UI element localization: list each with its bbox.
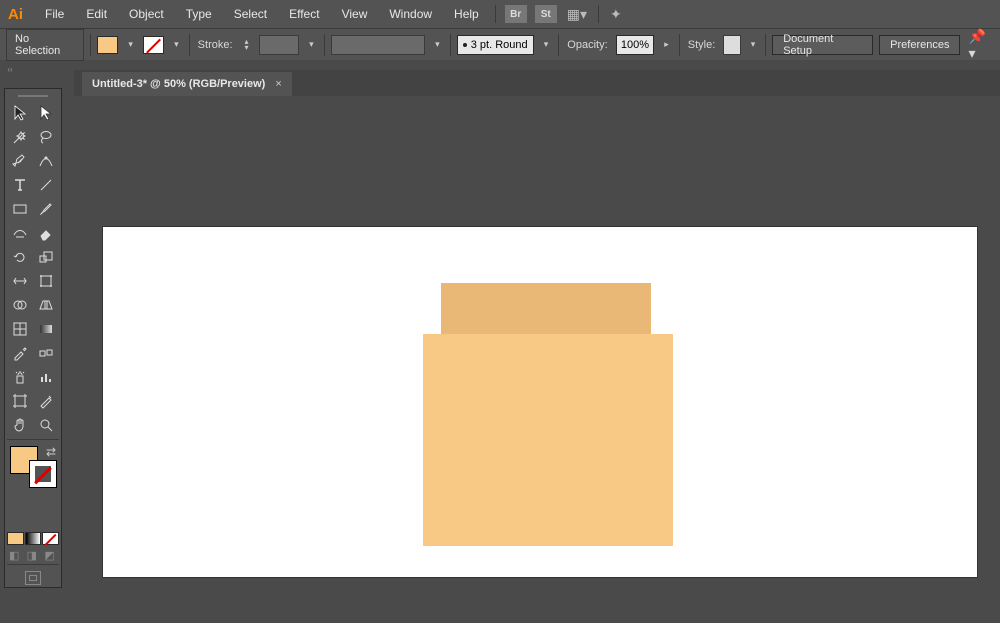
color-mode-row bbox=[7, 532, 59, 545]
opacity-label: Opacity: bbox=[565, 39, 609, 51]
divider bbox=[495, 5, 496, 23]
line-segment-tool[interactable] bbox=[33, 173, 59, 197]
eyedropper-tool[interactable] bbox=[7, 341, 33, 365]
document-tab-bar: Untitled-3* @ 50% (RGB/Preview) × bbox=[74, 70, 1000, 96]
blend-tool[interactable] bbox=[33, 341, 59, 365]
artboard-tool[interactable] bbox=[7, 389, 33, 413]
divider bbox=[598, 5, 599, 23]
divider bbox=[450, 34, 451, 56]
draw-normal-icon[interactable]: ◧ bbox=[9, 549, 24, 562]
brush-label: 3 pt. Round bbox=[471, 39, 528, 51]
perspective-grid-tool[interactable] bbox=[33, 293, 59, 317]
fill-swatch[interactable] bbox=[97, 36, 118, 54]
shape-builder-tool[interactable] bbox=[7, 293, 33, 317]
menu-bar: Ai File Edit Object Type Select Effect V… bbox=[0, 0, 1000, 28]
stroke-color-box[interactable] bbox=[29, 460, 57, 488]
stroke-label: Stroke: bbox=[196, 39, 235, 51]
rotate-tool[interactable] bbox=[7, 245, 33, 269]
color-mode-solid[interactable] bbox=[7, 532, 24, 545]
app-logo: Ai bbox=[8, 6, 23, 23]
document-title: Untitled-3* @ 50% (RGB/Preview) bbox=[92, 78, 265, 90]
selection-status: No Selection bbox=[6, 29, 84, 61]
divider bbox=[558, 34, 559, 56]
fill-stroke-indicator[interactable]: ⇄ bbox=[7, 444, 59, 488]
magic-wand-tool[interactable] bbox=[7, 125, 33, 149]
menu-select[interactable]: Select bbox=[224, 3, 277, 25]
opacity-field[interactable]: 100% bbox=[616, 35, 655, 55]
shaper-tool[interactable] bbox=[7, 221, 33, 245]
menu-effect[interactable]: Effect bbox=[279, 3, 329, 25]
symbol-sprayer-tool[interactable] bbox=[7, 365, 33, 389]
opacity-dropdown[interactable]: ▸ bbox=[660, 39, 673, 50]
stroke-weight-dropdown[interactable]: ▾ bbox=[305, 39, 318, 50]
draw-mode-row: ◧ ◨ ◩ bbox=[7, 549, 59, 562]
color-mode-none[interactable] bbox=[42, 532, 59, 545]
variable-width-profile[interactable] bbox=[331, 35, 426, 55]
divider bbox=[90, 34, 91, 56]
divider bbox=[324, 34, 325, 56]
close-tab-icon[interactable]: × bbox=[275, 78, 281, 90]
curvature-tool[interactable] bbox=[33, 149, 59, 173]
stroke-dropdown[interactable]: ▾ bbox=[170, 39, 183, 50]
color-mode-gradient[interactable] bbox=[25, 532, 42, 545]
direct-selection-tool[interactable] bbox=[33, 101, 59, 125]
style-swatch[interactable] bbox=[723, 35, 740, 55]
lasso-tool[interactable] bbox=[33, 125, 59, 149]
menu-help[interactable]: Help bbox=[444, 3, 489, 25]
gpu-icon[interactable]: ✦ bbox=[610, 6, 622, 23]
draw-behind-icon[interactable]: ◨ bbox=[27, 549, 42, 562]
menu-view[interactable]: View bbox=[332, 3, 378, 25]
brush-dropdown[interactable]: ▾ bbox=[540, 39, 553, 50]
menu-object[interactable]: Object bbox=[119, 3, 174, 25]
preferences-button[interactable]: Preferences bbox=[879, 35, 960, 55]
selection-tool[interactable] bbox=[7, 101, 33, 125]
divider bbox=[679, 34, 680, 56]
free-transform-tool[interactable] bbox=[33, 269, 59, 293]
slice-tool[interactable] bbox=[33, 389, 59, 413]
pen-tool[interactable] bbox=[7, 149, 33, 173]
arrange-docs-icon[interactable]: ▦▾ bbox=[567, 6, 587, 23]
rectangle-shape-front[interactable] bbox=[423, 334, 673, 546]
divider bbox=[765, 34, 766, 56]
rectangle-shape-back[interactable] bbox=[441, 283, 651, 334]
screen-mode-button[interactable] bbox=[7, 571, 59, 585]
panel-collapse-handle[interactable]: ‹‹ bbox=[0, 62, 20, 76]
eraser-tool[interactable] bbox=[33, 221, 59, 245]
column-graph-tool[interactable] bbox=[33, 365, 59, 389]
draw-inside-icon[interactable]: ◩ bbox=[44, 549, 59, 562]
document-setup-button[interactable]: Document Setup bbox=[772, 35, 873, 55]
control-bar: No Selection ▾ ▾ Stroke: ▴▾ ▾ ▾ 3 pt. Ro… bbox=[0, 28, 1000, 60]
canvas-area[interactable] bbox=[74, 96, 1000, 623]
paintbrush-tool[interactable] bbox=[33, 197, 59, 221]
stroke-swatch[interactable] bbox=[143, 36, 164, 54]
zoom-tool[interactable] bbox=[33, 413, 59, 437]
tools-panel: ⇄ ◧ ◨ ◩ bbox=[4, 88, 62, 588]
scale-tool[interactable] bbox=[33, 245, 59, 269]
menu-file[interactable]: File bbox=[35, 3, 74, 25]
style-dropdown[interactable]: ▾ bbox=[747, 39, 760, 50]
hand-tool[interactable] bbox=[7, 413, 33, 437]
width-tool[interactable] bbox=[7, 269, 33, 293]
variable-width-dropdown[interactable]: ▾ bbox=[431, 39, 444, 50]
mesh-tool[interactable] bbox=[7, 317, 33, 341]
pin-icon[interactable]: 📌▾ bbox=[966, 28, 994, 62]
panel-grip[interactable] bbox=[7, 91, 59, 101]
artboard[interactable] bbox=[102, 226, 978, 578]
menu-type[interactable]: Type bbox=[176, 3, 222, 25]
document-tab[interactable]: Untitled-3* @ 50% (RGB/Preview) × bbox=[82, 72, 292, 96]
style-label: Style: bbox=[686, 39, 718, 51]
gradient-tool[interactable] bbox=[33, 317, 59, 341]
fill-dropdown[interactable]: ▾ bbox=[124, 39, 137, 50]
divider bbox=[189, 34, 190, 56]
swap-fill-stroke-icon[interactable]: ⇄ bbox=[46, 445, 56, 459]
type-tool[interactable] bbox=[7, 173, 33, 197]
stroke-weight-stepper[interactable]: ▴▾ bbox=[241, 39, 253, 51]
stroke-weight-field[interactable] bbox=[259, 35, 300, 55]
rectangle-tool[interactable] bbox=[7, 197, 33, 221]
bridge-icon[interactable]: Br bbox=[505, 5, 527, 23]
brush-definition[interactable]: 3 pt. Round bbox=[457, 35, 534, 55]
stock-icon[interactable]: St bbox=[535, 5, 557, 23]
menu-window[interactable]: Window bbox=[379, 3, 442, 25]
menu-edit[interactable]: Edit bbox=[76, 3, 117, 25]
